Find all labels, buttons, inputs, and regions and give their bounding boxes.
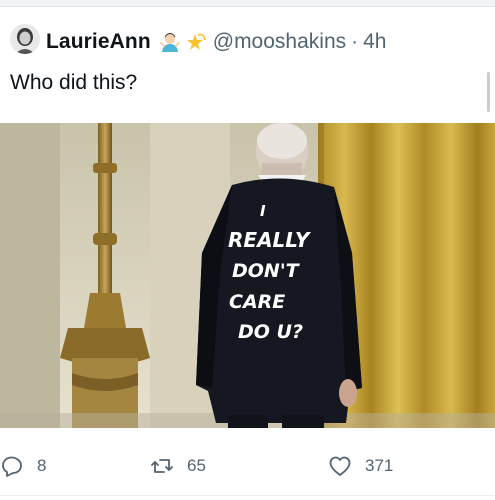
top-divider (0, 0, 495, 7)
bottom-divider (0, 495, 495, 496)
tweet-actions: 8 65 371 (0, 452, 495, 480)
tweet-text: Who did this? (10, 71, 138, 94)
author-display-name[interactable]: LaurieAnn (46, 30, 151, 54)
avatar[interactable] (10, 24, 40, 54)
tweet-header: LaurieAnn @mooshakins · 4h (46, 27, 386, 57)
dizzy-star-emoji-icon (184, 31, 206, 53)
jacket-text-line-3: DON'T (232, 260, 301, 282)
retweet-icon (150, 454, 174, 478)
jacket-text-line-1: I (260, 202, 266, 220)
like-button[interactable]: 371 (328, 452, 393, 480)
jacket-text-line-4: CARE (229, 291, 285, 313)
jacket-text-line-5: DO U? (238, 321, 303, 343)
jacket-text-line-2: REALLY (228, 228, 312, 252)
tweet-card: LaurieAnn @mooshakins · 4h Who did this? (0, 0, 495, 500)
reply-icon (0, 454, 24, 478)
retweet-count: 65 (187, 456, 206, 475)
header-separator: · (351, 30, 359, 53)
author-handle[interactable]: @mooshakins (213, 30, 346, 54)
reply-button[interactable]: 8 (0, 452, 46, 480)
heart-icon (328, 454, 352, 478)
retweet-button[interactable]: 65 (150, 452, 206, 480)
reply-count: 8 (37, 456, 47, 475)
tweet-timestamp[interactable]: 4h (363, 30, 386, 54)
tweet-media-image[interactable]: I REALLY DON'T CARE DO U? (0, 123, 495, 428)
like-count: 371 (365, 456, 394, 475)
scrollbar[interactable] (487, 72, 490, 112)
person-shrugging-emoji-icon (159, 31, 181, 53)
